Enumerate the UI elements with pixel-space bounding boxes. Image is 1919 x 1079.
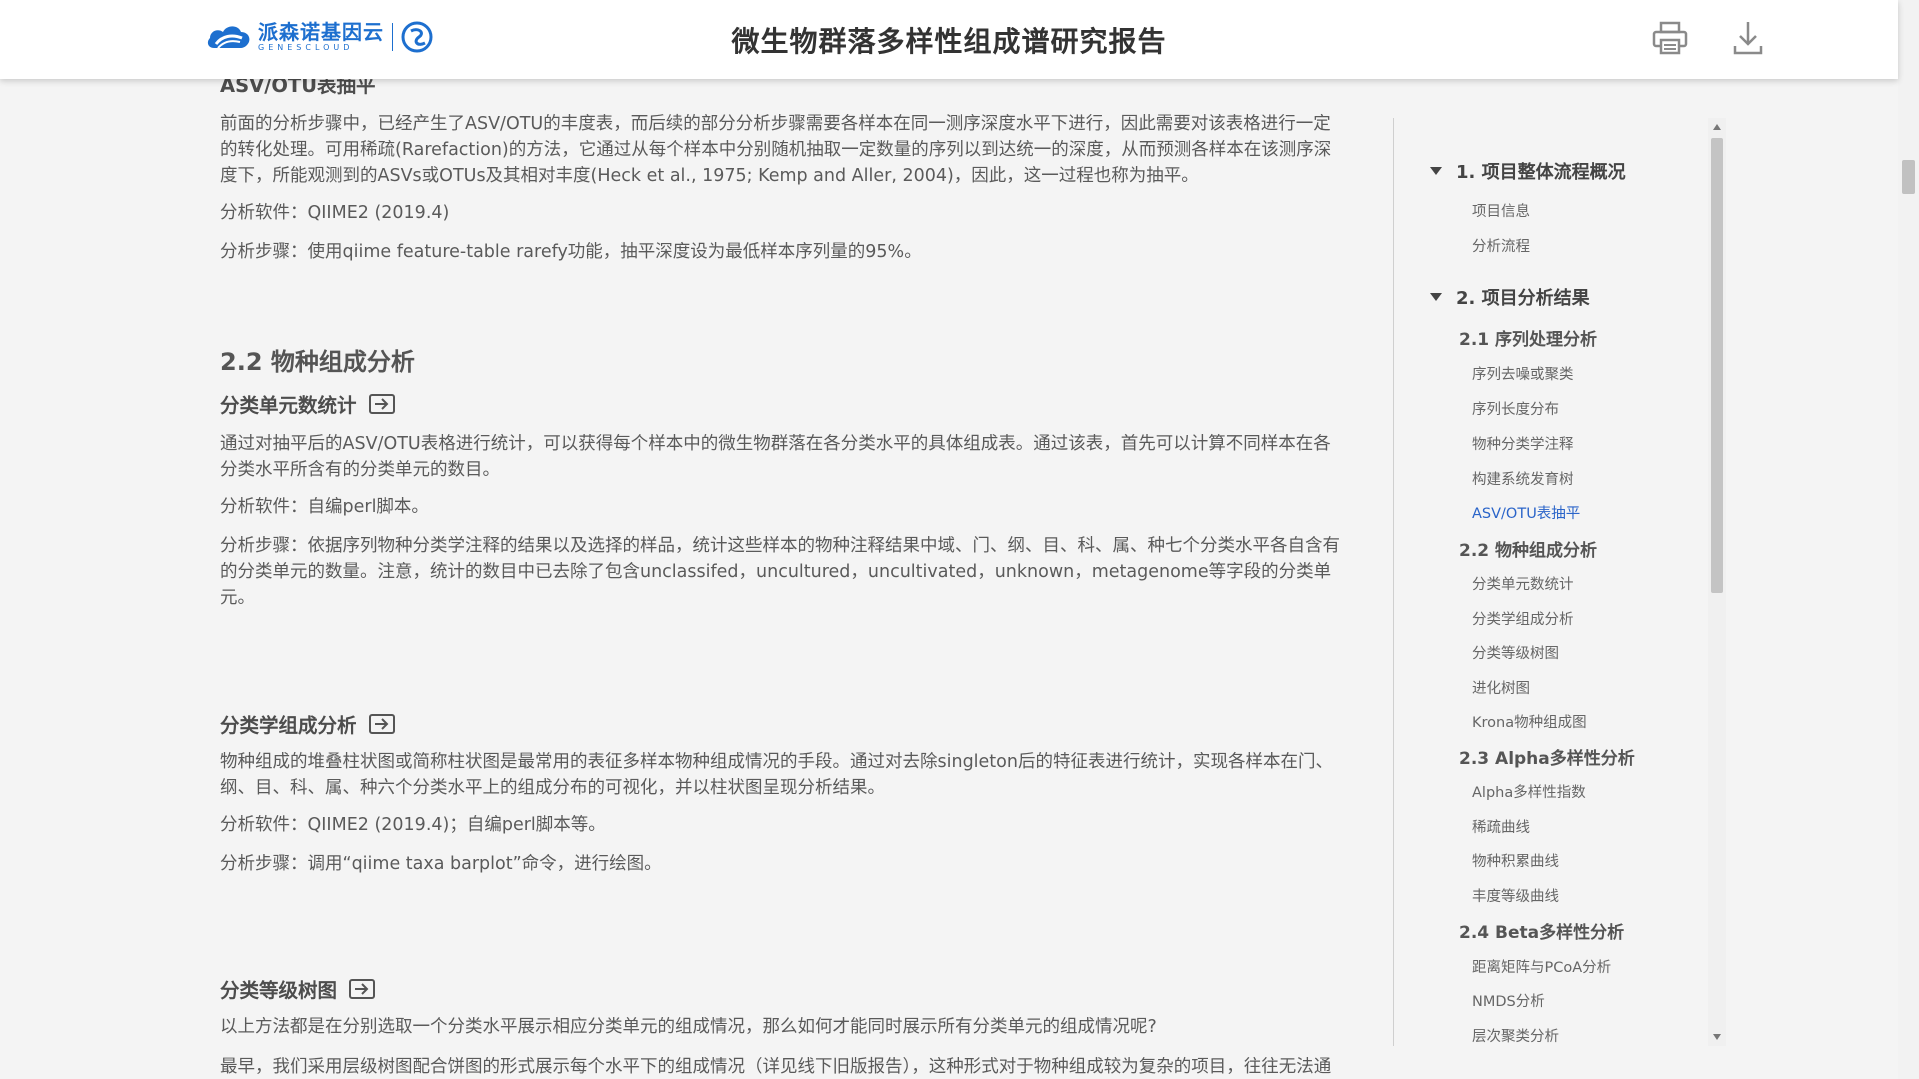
section-title-species-composition: 2.2 物种组成分析 (220, 348, 415, 376)
table-of-contents: 1. 项目整体流程概况 项目信息 分析流程 2. 项目分析结果 2.1 序列处理… (1400, 118, 1727, 1046)
heading-taxonomy-composition: 分类学组成分析 (220, 709, 395, 738)
page-scrollbar[interactable] (1898, 0, 1919, 1079)
toc-item-rank-abundance[interactable]: 丰度等级曲线 (1472, 885, 1559, 906)
heading-text: 分类等级树图 (220, 979, 338, 1002)
heading-taxon-count: 分类单元数统计 (220, 389, 395, 418)
jump-to-result-button[interactable] (368, 393, 395, 414)
taxonomy-composition-steps: 分析步骤：调用“qiime taxa barplot”命令，进行绘图。 (220, 854, 662, 874)
scroll-down-arrow-icon[interactable] (1713, 1034, 1721, 1040)
download-icon (1733, 22, 1763, 55)
download-button[interactable] (1728, 18, 1768, 58)
toc-subsection-2-1[interactable]: 2.1 序列处理分析 (1459, 325, 1597, 350)
taxonomy-composition-software: 分析软件：QIIME2 (2019.4)；自编perl脚本等。 (220, 815, 606, 835)
heading-asv-otu-rarefy: ASV/OTU表抽平 (220, 79, 376, 98)
toc-item-project-info[interactable]: 项目信息 (1472, 200, 1530, 221)
arrow-right-icon (374, 397, 388, 410)
toc-section-label: 1. 项目整体流程概况 (1456, 162, 1626, 183)
toc-subsection-2-2[interactable]: 2.2 物种组成分析 (1459, 536, 1597, 561)
taxonomy-composition-description: 物种组成的堆叠柱状图或简称柱状图是最常用的表征多样本物种组成情况的手段。通过对去… (220, 752, 1333, 798)
page-title: 微生物群落多样性组成谱研究报告 (731, 25, 1167, 58)
heading-text: 分类学组成分析 (220, 714, 357, 737)
rarefy-software: 分析软件：QIIME2 (2019.4) (220, 203, 450, 223)
toc-item-nmds[interactable]: NMDS分析 (1472, 990, 1545, 1011)
jump-to-result-button[interactable] (368, 713, 395, 734)
toc-item-seq-length[interactable]: 序列长度分布 (1472, 398, 1559, 419)
toc-scrollbar-thumb[interactable] (1711, 138, 1723, 593)
heading-text: ASV/OTU表抽平 (220, 79, 376, 97)
toc-item-taxonomy-annotation[interactable]: 物种分类学注释 (1472, 433, 1574, 454)
scroll-up-arrow-icon[interactable] (1713, 124, 1721, 130)
arrow-right-icon (355, 982, 369, 995)
toc-subsection-2-4[interactable]: 2.4 Beta多样性分析 (1459, 918, 1624, 943)
toc-item-denoise[interactable]: 序列去噪或聚类 (1472, 363, 1574, 384)
taxon-count-steps: 分析步骤：依据序列物种分类学注释的结果以及选择的样品，统计这些样本的物种注释结果… (220, 536, 1340, 608)
taxon-count-software: 分析软件：自编perl脚本。 (220, 497, 429, 517)
toc-item-evolution-tree[interactable]: 进化树图 (1472, 677, 1530, 698)
toc-item-rarefaction-curve[interactable]: 稀疏曲线 (1472, 816, 1530, 837)
jump-to-result-button[interactable] (349, 978, 376, 999)
content-divider (1393, 118, 1394, 1046)
toc-item-alpha-index[interactable]: Alpha多样性指数 (1472, 781, 1586, 802)
rarefy-steps: 分析步骤：使用qiime feature-table rarefy功能，抽平深度… (220, 242, 922, 262)
toc-item-taxonomy-tree[interactable]: 分类等级树图 (1472, 642, 1559, 663)
taxonomy-tree-description: 最早，我们采用层级树图配合饼图的形式展示每个水平下的组成情况（详见线下旧版报告）… (220, 1057, 1332, 1077)
toc-section-label: 2. 项目分析结果 (1456, 288, 1590, 309)
toc-item-phylo-tree[interactable]: 构建系统发育树 (1472, 468, 1574, 489)
toc-item-taxonomy-composition[interactable]: 分类学组成分析 (1472, 608, 1574, 629)
toc-scrollbar[interactable] (1708, 118, 1726, 1046)
toc-item-accumulation-curve[interactable]: 物种积累曲线 (1472, 850, 1559, 871)
heading-text: 分类单元数统计 (220, 394, 357, 417)
page-scrollbar-thumb[interactable] (1902, 160, 1915, 194)
toc-item-taxon-count[interactable]: 分类单元数统计 (1472, 573, 1574, 594)
caret-down-icon (1430, 167, 1442, 175)
top-header: 派森诺基因云 GENESCLOUD 微生物群落多样性组成谱研究报告 (0, 0, 1898, 79)
toc-section-1[interactable]: 1. 项目整体流程概况 (1430, 158, 1626, 184)
toc-section-2[interactable]: 2. 项目分析结果 (1430, 284, 1590, 310)
heading-taxonomy-tree: 分类等级树图 (220, 974, 376, 1003)
toc-item-hierarchical-clustering[interactable]: 层次聚类分析 (1472, 1025, 1559, 1046)
taxon-count-description: 通过对抽平后的ASV/OTU表格进行统计，可以获得每个样本中的微生物群落在各分类… (220, 434, 1331, 480)
toc-item-asv-rarefy-active[interactable]: ASV/OTU表抽平 (1472, 502, 1580, 523)
arrow-right-icon (374, 717, 388, 730)
printer-icon (1652, 21, 1688, 55)
caret-down-icon (1430, 293, 1442, 301)
toc-item-krona[interactable]: Krona物种组成图 (1472, 711, 1587, 732)
taxonomy-tree-intro: 以上方法都是在分别选取一个分类水平展示相应分类单元的组成情况，那么如何才能同时展… (220, 1017, 1157, 1037)
print-button[interactable] (1650, 18, 1690, 58)
toc-item-analysis-flow[interactable]: 分析流程 (1472, 235, 1530, 256)
report-content: ASV/OTU表抽平 前面的分析步骤中，已经产生了ASV/OTU的丰度表，而后续… (0, 79, 1375, 1079)
toc-item-pcoa[interactable]: 距离矩阵与PCoA分析 (1472, 956, 1611, 977)
toc-subsection-2-3[interactable]: 2.3 Alpha多样性分析 (1459, 744, 1635, 769)
rarefy-description: 前面的分析步骤中，已经产生了ASV/OTU的丰度表，而后续的部分分析步骤需要各样… (220, 114, 1332, 186)
